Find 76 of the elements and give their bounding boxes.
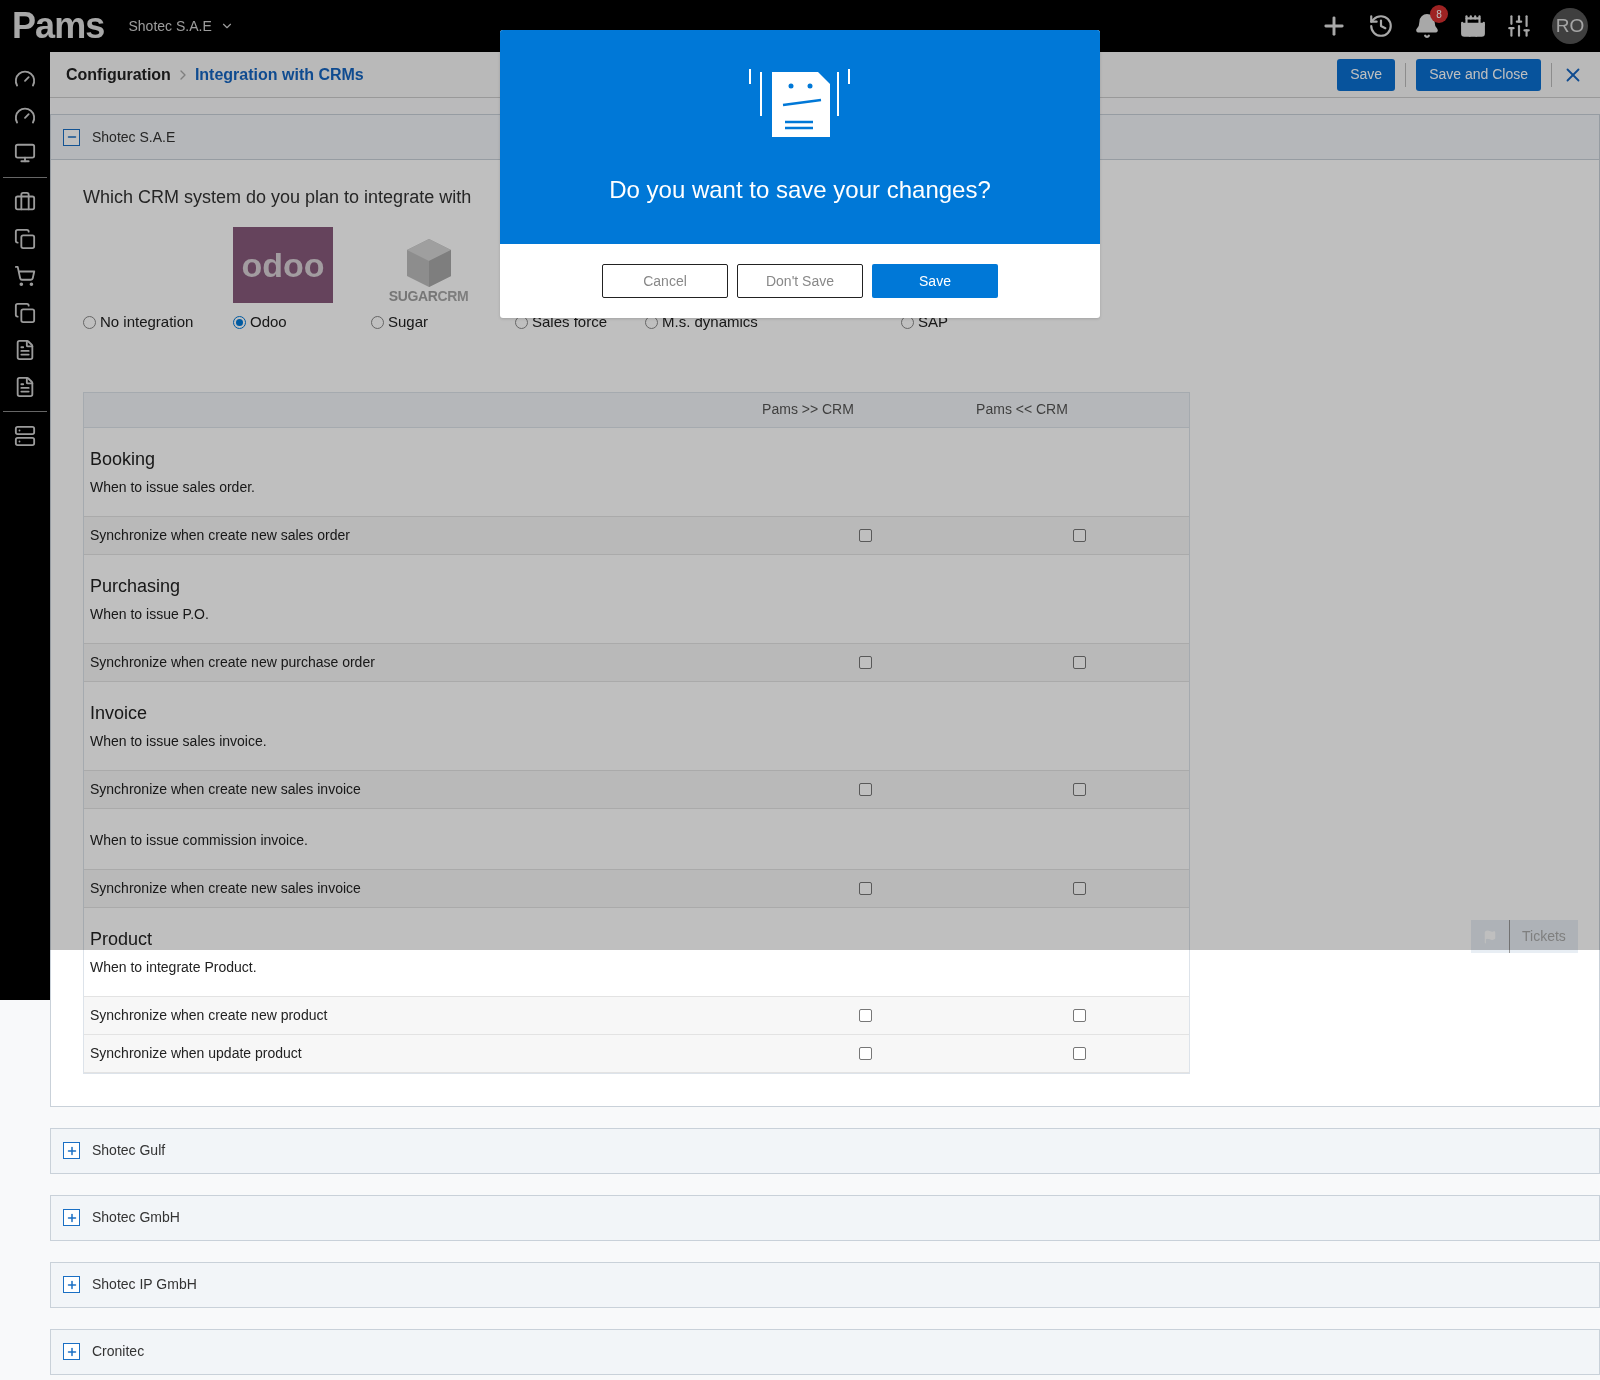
collapse-icon[interactable] (63, 128, 80, 146)
history-icon[interactable] (1368, 13, 1394, 39)
notification-badge: 8 (1430, 5, 1448, 23)
checkbox[interactable] (1072, 1046, 1086, 1060)
cart-icon[interactable] (14, 265, 36, 287)
monitor-icon[interactable] (14, 142, 36, 164)
question-text: Which CRM system do you plan to integrate with (83, 186, 472, 209)
row-label: Synchronize when create new sales invoice (90, 878, 362, 898)
section-title: Invoice (90, 701, 149, 725)
expand-icon[interactable] (63, 1276, 80, 1293)
checkbox[interactable] (858, 881, 872, 895)
radio-button[interactable] (371, 315, 384, 329)
briefcase-icon[interactable] (14, 191, 36, 213)
section-description: When to issue commission invoice. (90, 831, 309, 850)
checkbox[interactable] (1072, 782, 1086, 796)
section-description: When to issue sales order. (90, 477, 256, 497)
panel-title: Shotec S.A.E (92, 127, 176, 147)
castle-icon[interactable] (1460, 13, 1486, 39)
row-label: Synchronize when create new sales order (90, 525, 351, 545)
radio-button[interactable] (233, 315, 246, 329)
panel-title: Shotec IP GmbH (92, 1275, 197, 1294)
dialog-button[interactable]: Don't Save (737, 264, 863, 298)
panel-title: Shotec Gulf (92, 1141, 166, 1160)
expand-icon[interactable] (63, 1209, 80, 1226)
section-title: Purchasing (90, 574, 182, 598)
odoo-logo: odoo (233, 227, 333, 303)
confused-document-icon (749, 68, 851, 138)
checkbox[interactable] (1072, 881, 1086, 895)
panel-title: Cronitec (92, 1342, 145, 1361)
sliders-icon[interactable] (1506, 13, 1532, 39)
column-header: Pams >> CRM (761, 400, 855, 419)
radio-button[interactable] (83, 315, 96, 329)
panel-header[interactable]: Shotec IP GmbH (50, 1261, 1600, 1308)
breadcrumb-item[interactable]: Configuration (66, 62, 171, 87)
user-avatar[interactable]: RO (1552, 8, 1588, 44)
save-button[interactable]: Save (872, 264, 998, 298)
row-label: Synchronize when update product (90, 1043, 303, 1063)
sugarcrm-logo: SUGARCRM (371, 227, 486, 303)
section-title: Product (90, 927, 154, 951)
panel-header[interactable]: Cronitec (50, 1328, 1600, 1375)
section-description: When to issue P.O. (90, 604, 210, 624)
row-label: Synchronize when create new purchase order (90, 652, 376, 672)
dialog-title: Do you want to save your changes? (609, 175, 991, 205)
checkbox[interactable] (858, 782, 872, 796)
breadcrumb-current: Integration with CRMs (194, 64, 364, 85)
panel-header[interactable]: Shotec GmbH (50, 1194, 1600, 1241)
checkbox[interactable] (1072, 528, 1086, 542)
save-button[interactable]: Save (1337, 58, 1396, 91)
expand-icon[interactable] (63, 1343, 80, 1360)
checkbox[interactable] (858, 1046, 872, 1060)
checkbox[interactable] (1072, 655, 1086, 669)
app-logo[interactable]: Pams (12, 8, 105, 44)
checkbox[interactable] (1072, 1008, 1086, 1022)
row-label: Synchronize when create new product (90, 1005, 329, 1025)
squares-icon[interactable] (14, 302, 36, 324)
radio-option[interactable]: Odoo (233, 311, 371, 334)
document-icon[interactable] (14, 339, 36, 361)
radio-option[interactable]: No integration (83, 311, 233, 334)
radio-option[interactable]: Sugar (371, 311, 515, 334)
expand-icon[interactable] (63, 1142, 80, 1159)
server-icon[interactable] (14, 425, 36, 447)
dialog-button[interactable]: Cancel (602, 264, 728, 298)
document-icon[interactable] (14, 376, 36, 398)
squares-icon[interactable] (14, 228, 36, 250)
column-header: Pams << CRM (975, 400, 1069, 419)
section-description: When to issue sales invoice. (90, 731, 268, 751)
checkbox[interactable] (858, 655, 872, 669)
row-label: Synchronize when create new sales invoice (90, 779, 362, 799)
panel-header[interactable]: Shotec Gulf (50, 1127, 1600, 1174)
company-dropdown[interactable]: Shotec S.A.E (128, 15, 234, 37)
checkbox[interactable] (858, 1008, 872, 1022)
section-title: Booking (90, 447, 157, 471)
checkbox[interactable] (858, 528, 872, 542)
panel-title: Shotec GmbH (92, 1208, 180, 1227)
section-description: When to integrate Product. (90, 957, 258, 977)
save-and-close-button[interactable]: Save and Close (1416, 58, 1541, 91)
